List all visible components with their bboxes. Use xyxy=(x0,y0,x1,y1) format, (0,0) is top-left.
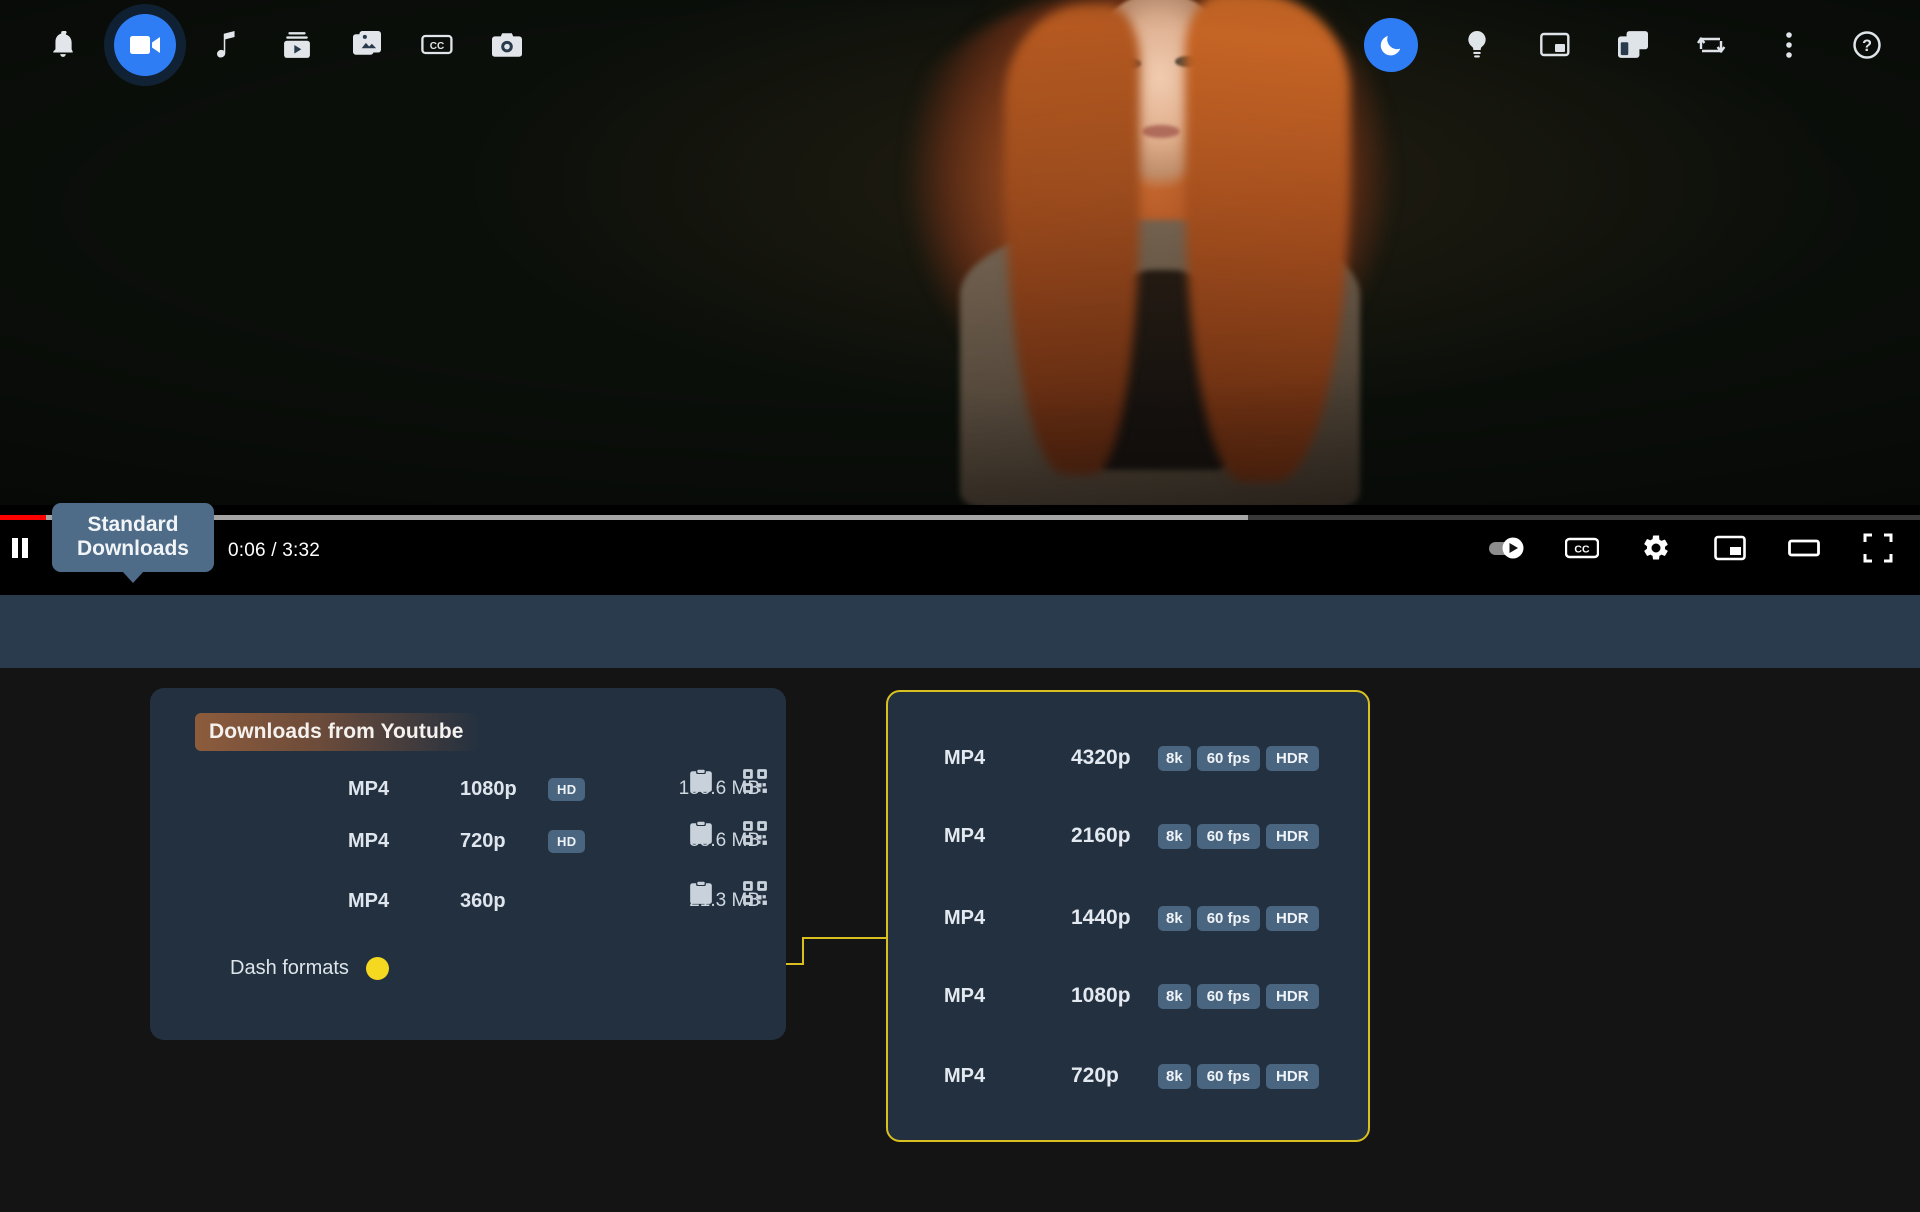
badge-resolution: 8k xyxy=(1158,906,1191,931)
row-format: MP4 xyxy=(348,830,389,853)
svg-text:CC: CC xyxy=(430,41,444,52)
row-badges: 8k 60 fps HDR xyxy=(1158,906,1319,931)
table-row[interactable]: MP4 4320p 8k 60 fps HDR xyxy=(888,736,1368,780)
picture-in-picture-button[interactable] xyxy=(1536,26,1574,64)
panel-title-highlight: Downloads from Youtube xyxy=(195,713,478,751)
video-downloads-button[interactable] xyxy=(114,14,176,76)
subtitles-downloads-button[interactable]: CC xyxy=(418,26,456,64)
table-row[interactable]: MP4 1440p 8k 60 fps HDR xyxy=(888,896,1368,940)
row-resolution: 2160p xyxy=(1071,824,1131,848)
convert-button[interactable] xyxy=(1692,26,1730,64)
player-right-controls: CC xyxy=(1488,528,1898,568)
windows-button[interactable] xyxy=(1614,26,1652,64)
row-format: MP4 xyxy=(944,825,985,848)
miniplayer-button[interactable] xyxy=(1710,528,1750,568)
qr-code-icon[interactable] xyxy=(742,820,768,846)
row-format: MP4 xyxy=(348,778,389,801)
clipboard-icon[interactable] xyxy=(688,820,714,846)
tooltip-label: Standard Downloads xyxy=(64,513,202,560)
row-format: MP4 xyxy=(944,747,985,770)
badge-framerate: 60 fps xyxy=(1197,984,1260,1009)
row-resolution: 1080p xyxy=(460,778,517,801)
toolbar-right-group: ? xyxy=(1364,0,1886,90)
more-options-button[interactable] xyxy=(1770,26,1808,64)
dash-formats-label: Dash formats xyxy=(230,957,349,980)
audio-downloads-button[interactable] xyxy=(208,26,246,64)
dash-formats-toggle-row[interactable]: Dash formats xyxy=(0,948,700,988)
row-resolution: 720p xyxy=(460,830,506,853)
row-badges: 8k 60 fps HDR xyxy=(1158,1064,1319,1089)
row-resolution: 720p xyxy=(1071,1064,1119,1088)
row-badges: 8k 60 fps HDR xyxy=(1158,746,1319,771)
badge-framerate: 60 fps xyxy=(1197,1064,1260,1089)
dash-formats-panel: MP4 4320p 8k 60 fps HDR MP4 2160p 8k 60 … xyxy=(886,690,1370,1142)
svg-text:CC: CC xyxy=(1574,544,1590,556)
image-downloads-button[interactable] xyxy=(348,26,386,64)
fullscreen-button[interactable] xyxy=(1858,528,1898,568)
play-pause-button[interactable] xyxy=(0,528,40,568)
clipboard-icon[interactable] xyxy=(688,768,714,794)
row-actions xyxy=(688,768,768,794)
progress-played xyxy=(0,515,46,520)
row-badges: 8k 60 fps HDR xyxy=(1158,824,1319,849)
subtitles-button[interactable]: CC xyxy=(1562,528,1602,568)
qr-code-icon[interactable] xyxy=(742,880,768,906)
badge-framerate: 60 fps xyxy=(1197,824,1260,849)
settings-button[interactable] xyxy=(1636,528,1676,568)
badge-resolution: 8k xyxy=(1158,1064,1191,1089)
tooltip-arrow xyxy=(122,571,144,583)
row-resolution: 1080p xyxy=(1071,984,1131,1008)
table-row[interactable]: MP4 1080p 8k 60 fps HDR xyxy=(888,974,1368,1018)
playlist-downloads-button[interactable] xyxy=(278,26,316,64)
badge-resolution: 8k xyxy=(1158,746,1191,771)
toolbar-left-group: CC xyxy=(44,0,526,90)
time-display: 0:06 / 3:32 xyxy=(228,540,320,562)
badge-hdr: HDR xyxy=(1266,906,1319,931)
row-format: MP4 xyxy=(944,1065,985,1088)
badge-framerate: 60 fps xyxy=(1197,746,1260,771)
badge-hdr: HDR xyxy=(1266,984,1319,1009)
row-format: MP4 xyxy=(348,890,389,913)
badge-resolution: 8k xyxy=(1158,824,1191,849)
tips-button[interactable] xyxy=(1458,26,1496,64)
row-quality-badge: HD xyxy=(548,830,585,853)
table-row[interactable]: MP4 2160p 8k 60 fps HDR xyxy=(888,814,1368,858)
row-resolution: 1440p xyxy=(1071,906,1131,930)
badge-hdr: HDR xyxy=(1266,1064,1319,1089)
player-left-controls xyxy=(0,528,40,568)
row-resolution: 360p xyxy=(460,890,506,913)
help-button[interactable]: ? xyxy=(1848,26,1886,64)
row-actions xyxy=(688,820,768,846)
connector-line-vertical xyxy=(802,937,804,965)
screenshot-button[interactable] xyxy=(488,26,526,64)
row-badges: 8k 60 fps HDR xyxy=(1158,984,1319,1009)
clipboard-icon[interactable] xyxy=(688,880,714,906)
badge-framerate: 60 fps xyxy=(1197,906,1260,931)
qr-code-icon[interactable] xyxy=(742,768,768,794)
table-row[interactable]: MP4 720p 8k 60 fps HDR xyxy=(888,1054,1368,1098)
dash-formats-toggle-dot[interactable] xyxy=(366,957,389,980)
row-format: MP4 xyxy=(944,985,985,1008)
autoplay-toggle[interactable] xyxy=(1488,528,1528,568)
row-resolution: 4320p xyxy=(1071,746,1131,770)
svg-text:?: ? xyxy=(1862,37,1872,55)
progress-bar[interactable] xyxy=(0,515,1920,520)
badge-resolution: 8k xyxy=(1158,984,1191,1009)
badge-hdr: HDR xyxy=(1266,746,1319,771)
tooltip-line-2: Downloads xyxy=(77,537,189,560)
row-actions xyxy=(688,880,768,906)
notifications-button[interactable] xyxy=(44,26,82,64)
row-quality-badge: HD xyxy=(548,778,585,801)
tooltip-line-1: Standard xyxy=(87,513,178,536)
theater-mode-button[interactable] xyxy=(1784,528,1824,568)
row-format: MP4 xyxy=(944,907,985,930)
panel-title: Downloads from Youtube xyxy=(209,720,464,744)
badge-hdr: HDR xyxy=(1266,824,1319,849)
dark-mode-button[interactable] xyxy=(1364,18,1418,72)
tooltip-standard-downloads: Standard Downloads xyxy=(52,503,214,572)
